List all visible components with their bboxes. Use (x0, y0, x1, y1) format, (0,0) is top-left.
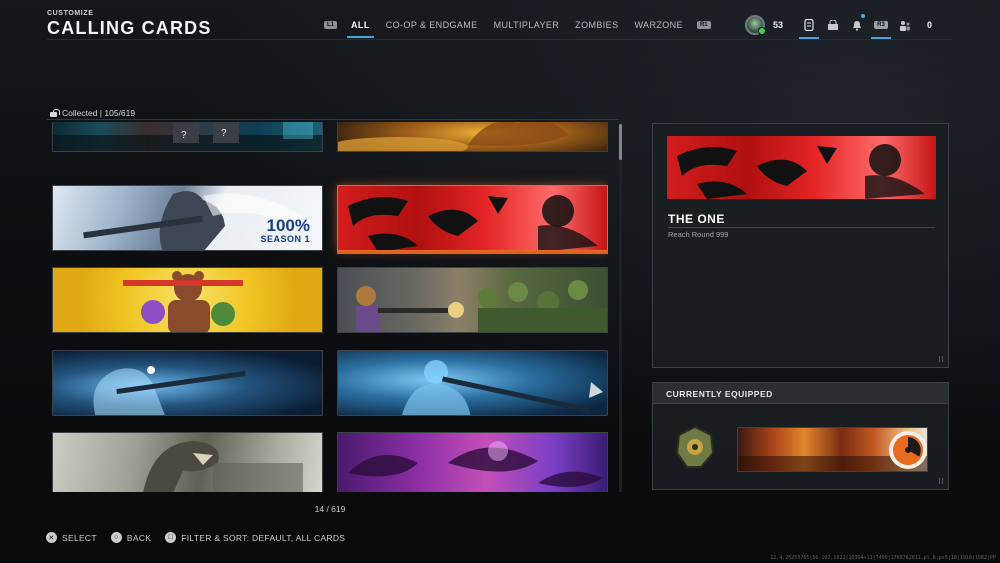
preview-card-art (667, 136, 936, 199)
notification-badge (861, 14, 866, 18)
equipped-title: CURRENTLY EQUIPPED (666, 389, 773, 399)
filter-sort-prompt[interactable]: □ FILTER & SORT: DEFAULT, ALL CARDS (165, 532, 345, 543)
select-label: SELECT (62, 532, 97, 543)
svg-text:?: ? (221, 128, 227, 139)
notifications-icon[interactable] (845, 12, 869, 38)
r3-label: R3 (874, 21, 888, 29)
season-percent: 100% (266, 216, 310, 235)
preview-divider (668, 227, 935, 228)
calling-card-purple-beasts[interactable] (337, 432, 608, 492)
calling-card-zombie-horde[interactable] (337, 267, 608, 333)
collected-label: Collected | 105/619 (62, 108, 136, 118)
card-pager: 14 / 619 (314, 504, 346, 514)
equipped-header: CURRENTLY EQUIPPED (653, 383, 948, 404)
calling-card-the-one[interactable] (337, 185, 608, 251)
filter-label: FILTER & SORT: DEFAULT, ALL CARDS (181, 532, 346, 543)
ghost-row-text (58, 40, 208, 48)
circle-button-icon: ○ (110, 532, 122, 543)
panel-corner-mark (939, 356, 943, 362)
r1-bumper-icon[interactable]: R1 (696, 21, 711, 29)
r3-button-icon[interactable]: R3 (869, 12, 893, 39)
back-prompt[interactable]: ○ BACK (110, 532, 152, 543)
unlock-icon (49, 109, 60, 117)
page-title: CALLING CARDS (47, 18, 212, 38)
tab-coop-endgame[interactable]: CO-OP & ENDGAME (378, 16, 486, 34)
preview-card-name: THE ONE (668, 212, 725, 226)
player-avatar[interactable] (745, 12, 766, 38)
equipped-emblem[interactable] (671, 423, 719, 471)
currently-equipped-panel: CURRENTLY EQUIPPED (652, 382, 949, 490)
tab-zombies[interactable]: ZOMBIES (567, 16, 626, 34)
button-prompts: ✕ SELECT ○ BACK □ FILTER & SORT: DEFAULT… (46, 532, 345, 543)
calling-card-dinosaur[interactable] (52, 432, 323, 492)
select-prompt[interactable]: ✕ SELECT (46, 532, 97, 543)
breadcrumb: CUSTOMIZE (47, 10, 94, 17)
top-bar: CUSTOMIZE CALLING CARDS L1 ALL CO-OP & E… (0, 0, 1000, 44)
grid-scroll-thumb[interactable] (619, 124, 622, 160)
cross-button-icon: ✕ (46, 532, 57, 543)
loadout-icon[interactable] (797, 12, 821, 39)
calling-card-bear-crew[interactable] (52, 267, 323, 333)
store-icon[interactable] (821, 12, 845, 38)
l1-bumper-icon[interactable]: L1 (324, 21, 338, 29)
calling-card-blue-sniper-hooded[interactable] (52, 350, 323, 416)
grid-scrollbar[interactable] (619, 122, 622, 492)
tab-multiplayer[interactable]: MULTIPLAYER (486, 16, 568, 34)
tab-all[interactable]: ALL (343, 16, 378, 38)
card-preview-panel: THE ONE Reach Round 999 (652, 123, 949, 368)
calling-card-grid: ? ? 100% SEASON 1 (52, 122, 608, 492)
back-label: BACK (126, 532, 152, 543)
player-level: 53 (773, 20, 784, 30)
calling-card-season-1[interactable]: 100% SEASON 1 (52, 185, 323, 251)
tab-warzone[interactable]: WARZONE (626, 16, 690, 34)
party-icon[interactable] (893, 12, 917, 38)
square-button-icon: □ (165, 532, 177, 543)
avatar (745, 15, 766, 35)
party-count: 0 (927, 20, 933, 30)
grid-divider (47, 119, 619, 120)
svg-text:?: ? (181, 130, 187, 141)
player-hud: 53 R3 0 (745, 12, 933, 39)
panel-corner-mark (939, 478, 943, 484)
collected-counter: Collected | 105/619 (49, 108, 135, 118)
calling-card-blue-sniper-helmet[interactable] (337, 350, 608, 416)
calling-card-cyber-room[interactable]: ? ? (52, 122, 323, 152)
season-label: SEASON 1 (260, 234, 310, 244)
tab-bar: L1 ALL CO-OP & ENDGAME MULTIPLAYER ZOMBI… (318, 14, 717, 38)
calling-card-gold-beast[interactable] (337, 122, 608, 152)
season-badge: 100% SEASON 1 (260, 216, 310, 244)
equipped-calling-card[interactable] (737, 427, 928, 472)
build-version: 12.4.25253765|56-107.1021|10364+11|7400|… (770, 555, 996, 561)
preview-card-description: Reach Round 999 (668, 230, 729, 239)
